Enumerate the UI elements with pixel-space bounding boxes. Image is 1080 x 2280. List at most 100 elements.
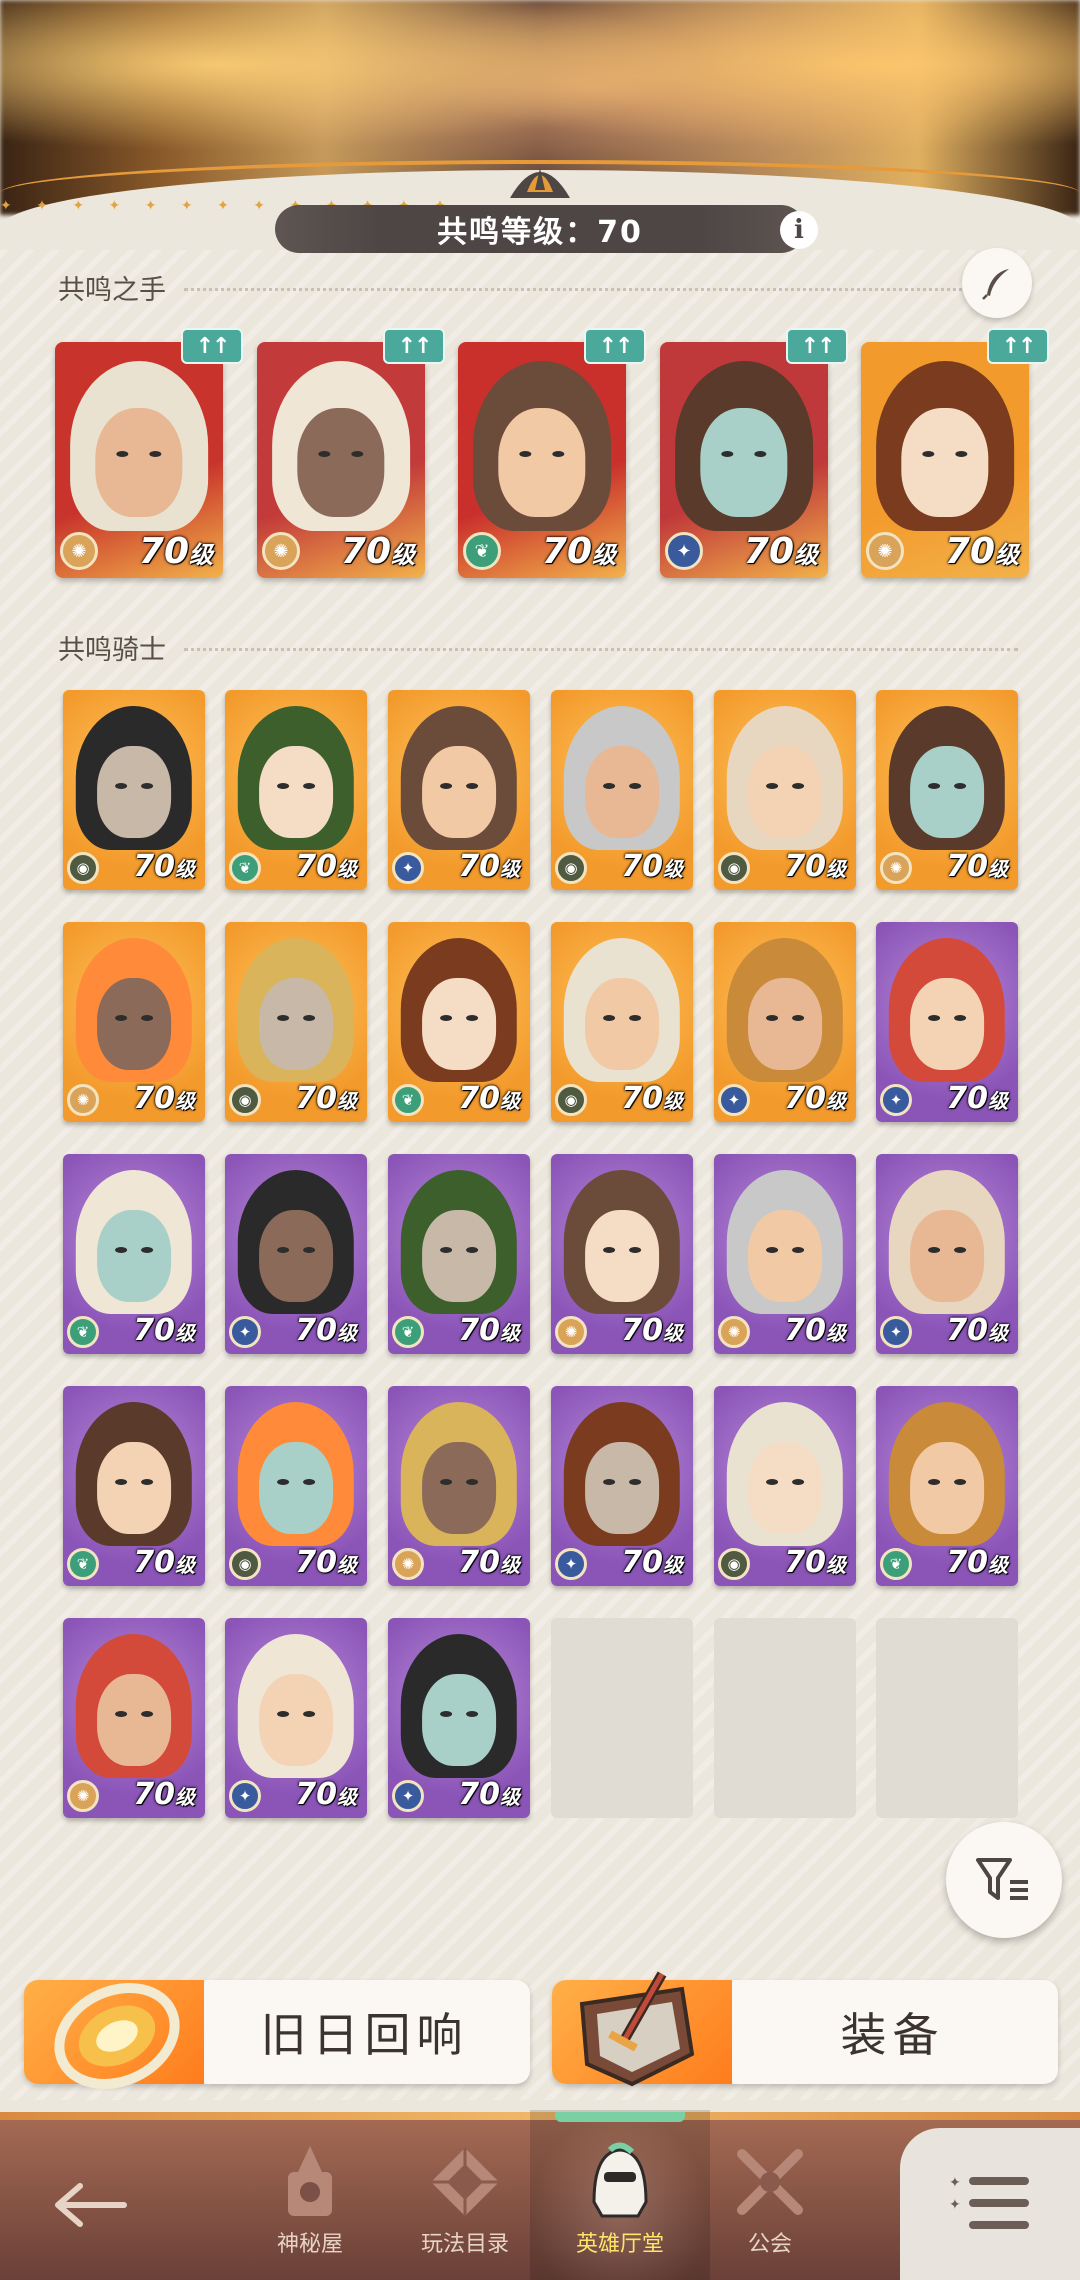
hero-eye: [466, 1014, 479, 1021]
resonance-knight-card[interactable]: ✺ 70 级: [388, 1386, 530, 1586]
level-unit: 级: [663, 857, 683, 881]
level-unit: 级: [500, 1089, 520, 1113]
hero-eye: [303, 1246, 316, 1253]
hero-face: [585, 1442, 659, 1534]
level-unit: 级: [500, 1553, 520, 1577]
hero-level: 70 级: [458, 1545, 520, 1580]
resonance-knight-card[interactable]: ✦ 70 级: [551, 1386, 693, 1586]
resonance-knight-card[interactable]: ◉ 70 级: [714, 1386, 856, 1586]
wilder-faction-icon: ❦: [67, 1548, 99, 1580]
level-unit: 级: [337, 1321, 357, 1345]
hero-eye: [629, 782, 642, 789]
svg-text:✦: ✦: [949, 2197, 961, 2213]
level-number: 70: [784, 1313, 826, 1348]
nav-item-guild[interactable]: 公会: [695, 2130, 845, 2270]
resonance-knight-card[interactable]: ✺ 70 级: [63, 922, 205, 1122]
hero-eye: [141, 1246, 154, 1253]
level-number: 70: [784, 1081, 826, 1116]
resonance-knight-card[interactable]: ✦ 70 级: [714, 922, 856, 1122]
resonance-knight-card[interactable]: ❦ 70 级: [63, 1154, 205, 1354]
level-unit: 级: [988, 1089, 1008, 1113]
resonance-knight-card[interactable]: ✦ 70 级: [388, 690, 530, 890]
resonance-knight-card[interactable]: ✦ 70 级: [388, 1618, 530, 1818]
nav-item-modes-catalog[interactable]: 玩法目录: [390, 2130, 540, 2270]
resonance-hand-card[interactable]: ✺ 70 级: [861, 342, 1029, 578]
resonance-knight-card[interactable]: ❦ 70 级: [388, 1154, 530, 1354]
resonance-knight-card[interactable]: ◉ 70 级: [63, 690, 205, 890]
resonance-knight-card[interactable]: ✺ 70 级: [876, 690, 1018, 890]
edit-quill-button[interactable]: [962, 248, 1032, 318]
level-number: 70: [458, 1777, 500, 1812]
nav-item-mystery-house[interactable]: 神秘屋: [235, 2130, 385, 2270]
resonance-knight-card[interactable]: ✦ 70 级: [876, 1154, 1018, 1354]
resonance-knight-card[interactable]: ✦ 70 级: [876, 922, 1018, 1122]
hands-section-header: 共鸣之手: [58, 268, 1018, 307]
hero-level: 70 级: [295, 1313, 357, 1348]
resonance-hand-card[interactable]: ✺ 70 级: [55, 342, 223, 578]
nav-item-hero-hall[interactable]: 英雄厅堂: [545, 2130, 695, 2270]
hero-eye: [114, 1478, 127, 1485]
hero-level: 70 级: [133, 1081, 195, 1116]
lightbearer-faction-icon: ✺: [718, 1316, 750, 1348]
old-echo-button[interactable]: 旧日回响: [24, 1980, 530, 2090]
resonance-knight-card[interactable]: ✺ 70 级: [551, 1154, 693, 1354]
hero-face: [97, 1674, 171, 1766]
level-number: 70: [946, 1545, 988, 1580]
level-number: 70: [621, 1313, 663, 1348]
hero-level: 70 级: [133, 849, 195, 884]
hero-level: 70 级: [946, 1545, 1008, 1580]
level-number: 70: [295, 849, 337, 884]
resonance-knight-card[interactable]: ❦ 70 级: [225, 690, 367, 890]
hero-face: [585, 746, 659, 838]
resonance-knight-card[interactable]: ❦ 70 级: [388, 922, 530, 1122]
graveborn-faction-icon: ◉: [229, 1548, 261, 1580]
hero-eye: [276, 1246, 289, 1253]
guild-icon: [730, 2142, 810, 2222]
resonance-knight-card[interactable]: ◉ 70 级: [225, 1386, 367, 1586]
resonance-knight-card[interactable]: ❦ 70 级: [63, 1386, 205, 1586]
resonance-knight-card[interactable]: ❦ 70 级: [876, 1386, 1018, 1586]
resonance-knight-card[interactable]: ◉ 70 级: [714, 690, 856, 890]
menu-button[interactable]: ✦ ✦: [900, 2128, 1080, 2280]
info-button[interactable]: i: [780, 211, 818, 249]
hero-level: 70 级: [139, 531, 213, 572]
level-number: 70: [295, 1777, 337, 1812]
hero-face: [748, 978, 822, 1070]
resonance-hand-card[interactable]: ✺ 70 级: [257, 342, 425, 578]
level-unit: 级: [988, 857, 1008, 881]
hero-face: [910, 1442, 984, 1534]
resonance-knight-card[interactable]: ✦ 70 级: [225, 1618, 367, 1818]
back-button[interactable]: [40, 2170, 140, 2240]
hero-eye: [519, 451, 532, 458]
celestial-faction-icon: ✦: [880, 1316, 912, 1348]
hero-eye: [303, 782, 316, 789]
resonance-knight-card[interactable]: ✺ 70 级: [63, 1618, 205, 1818]
resonance-knight-card[interactable]: ◉ 70 级: [225, 922, 367, 1122]
resonance-hand-card[interactable]: ✦ 70 级: [660, 342, 828, 578]
level-unit: 级: [175, 1785, 195, 1809]
level-unit: 级: [189, 541, 213, 569]
lightbearer-faction-icon: ✺: [60, 532, 98, 570]
upgrade-arrows-badge: ↑↑: [181, 328, 243, 364]
resonance-hand-card[interactable]: ❦ 70 级: [458, 342, 626, 578]
resonance-knight-card[interactable]: ◉ 70 级: [551, 922, 693, 1122]
level-number: 70: [946, 1313, 988, 1348]
graveborn-faction-icon: ◉: [718, 852, 750, 884]
hero-face: [422, 978, 496, 1070]
filter-sort-button[interactable]: [946, 1822, 1062, 1938]
level-number: 70: [784, 849, 826, 884]
level-unit: 级: [988, 1553, 1008, 1577]
hero-level: 70 级: [295, 1545, 357, 1580]
hero-face: [585, 978, 659, 1070]
hero-level: 70 级: [784, 1545, 846, 1580]
resonance-knight-card[interactable]: ✺ 70 级: [714, 1154, 856, 1354]
hero-level: 70 级: [621, 849, 683, 884]
hero-eye: [141, 782, 154, 789]
level-unit: 级: [988, 1321, 1008, 1345]
resonance-knight-card[interactable]: ✦ 70 级: [225, 1154, 367, 1354]
equipment-button[interactable]: 装备: [552, 1971, 1058, 2087]
wilder-faction-icon: ❦: [392, 1084, 424, 1116]
hero-face: [97, 978, 171, 1070]
resonance-knight-card[interactable]: ◉ 70 级: [551, 690, 693, 890]
hero-face: [97, 1442, 171, 1534]
